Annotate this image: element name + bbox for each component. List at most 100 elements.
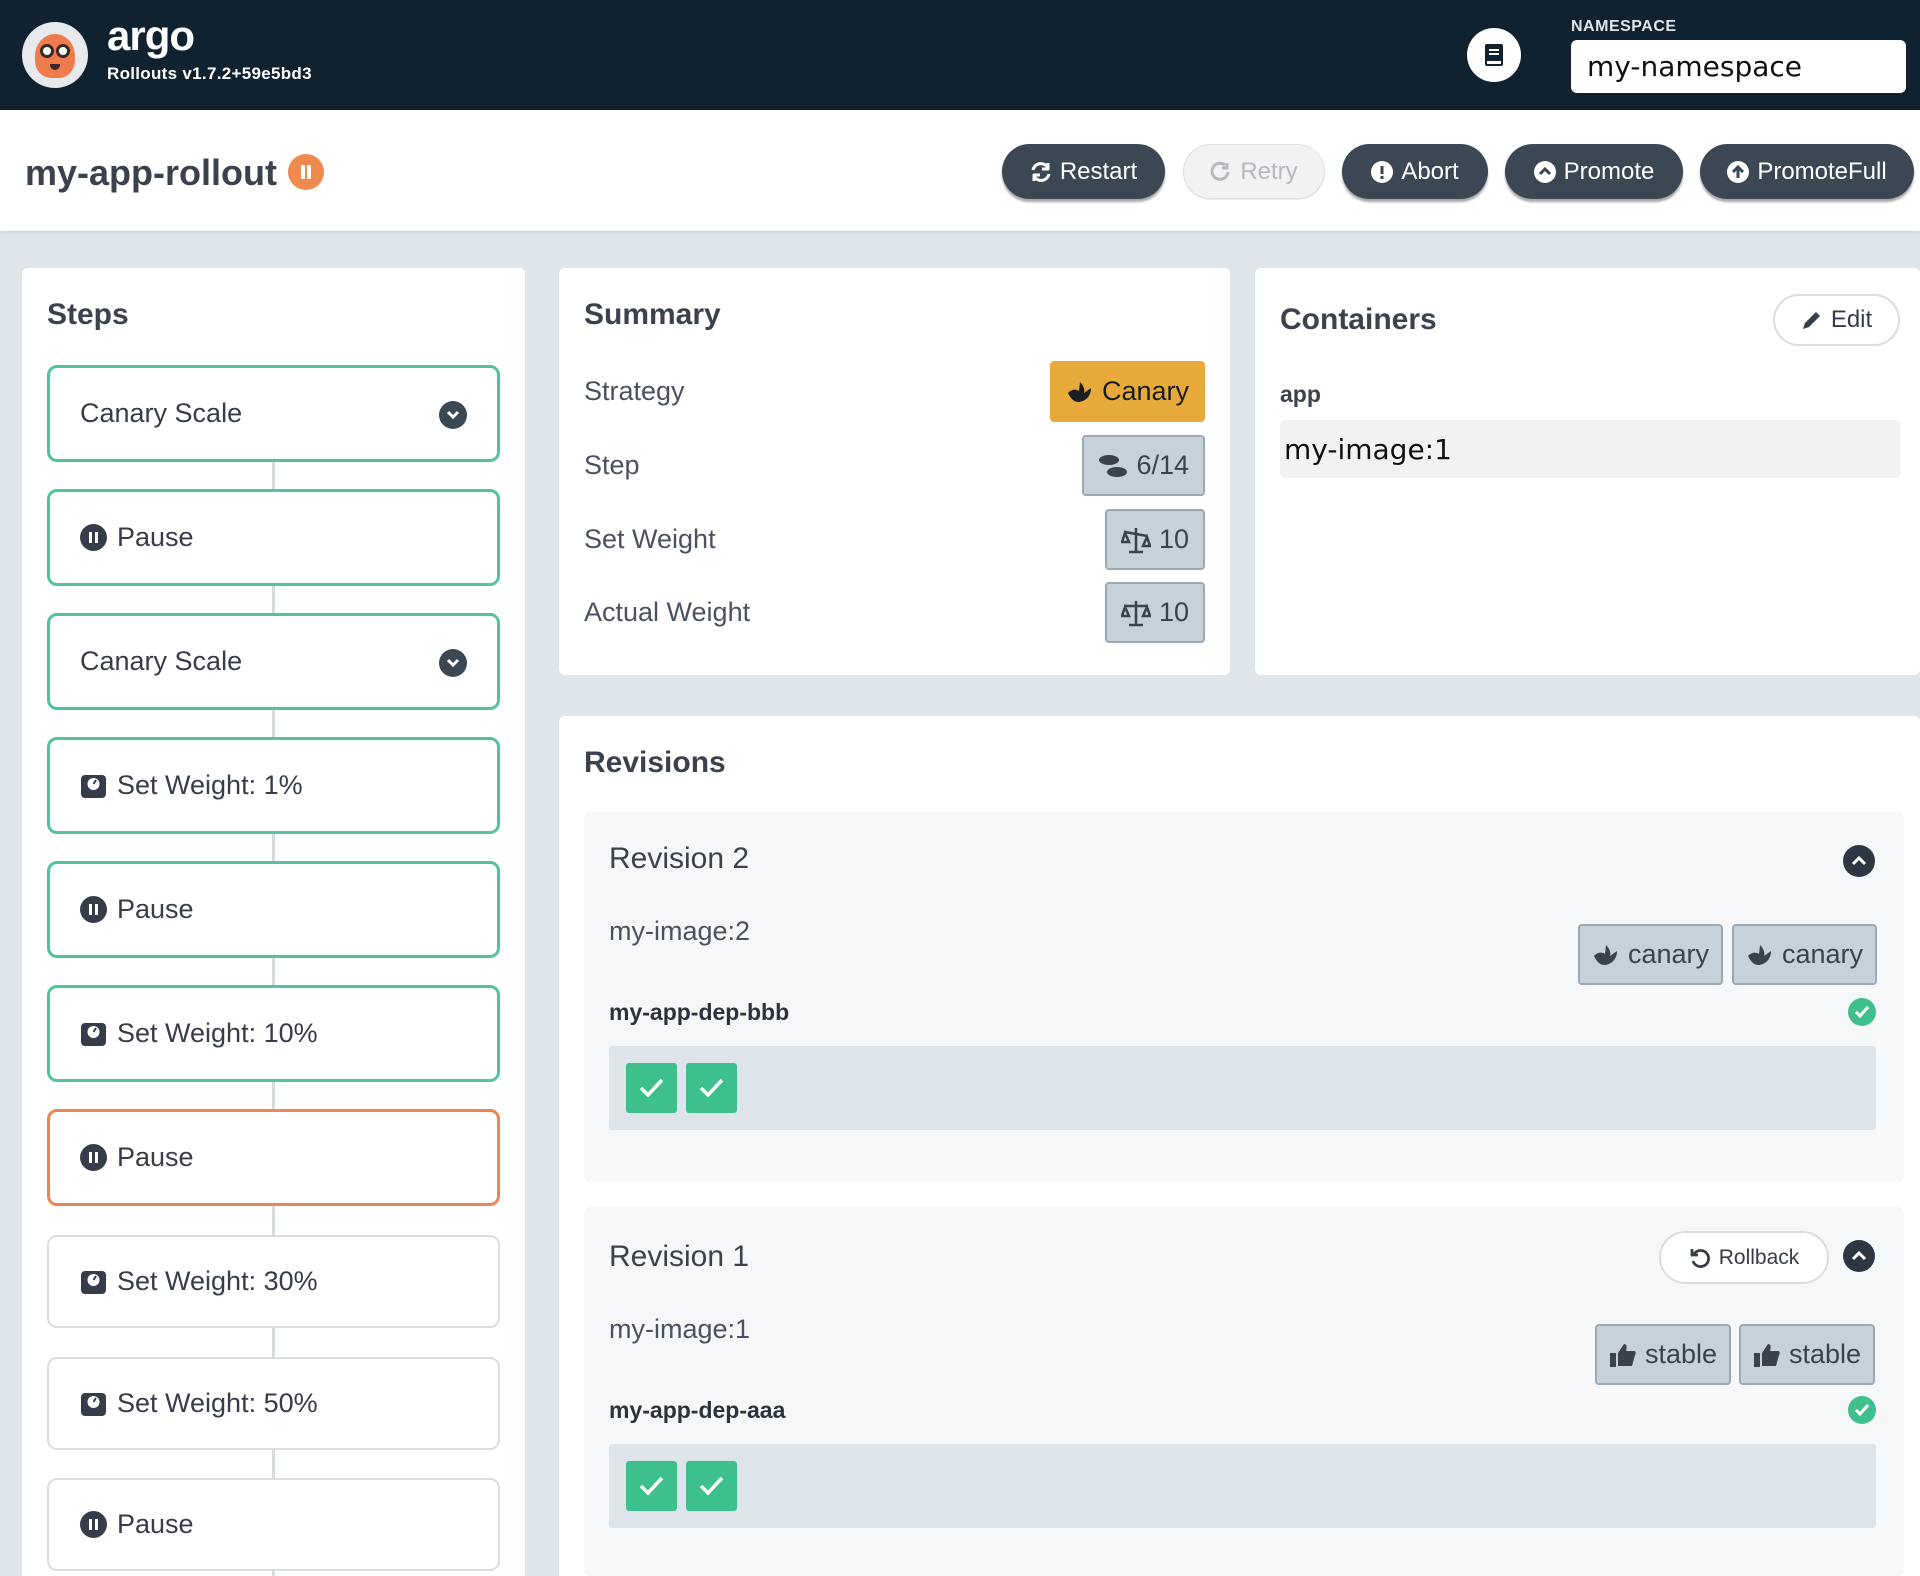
step-value: 6/14 — [1136, 450, 1189, 480]
brand-name: argo — [107, 12, 195, 59]
strategy-badge: Canary — [1049, 361, 1205, 422]
weight-icon — [81, 775, 106, 798]
pod-healthy[interactable] — [686, 1461, 737, 1511]
step-connector — [272, 1328, 275, 1358]
pencil-icon — [1802, 312, 1820, 329]
step-connector — [272, 834, 275, 864]
promote-button[interactable]: Promote — [1505, 144, 1683, 199]
namespace-label: NAMESPACE — [1571, 18, 1677, 35]
actual-weight-badge: 10 — [1104, 582, 1205, 643]
dove-icon — [1067, 381, 1091, 402]
step-connector — [272, 462, 275, 492]
chevron-up-icon[interactable] — [1843, 845, 1875, 877]
step-label: Set Weight: 10% — [117, 1018, 318, 1048]
step-set-weight[interactable]: Set Weight: 1% — [47, 737, 500, 834]
exclamation-circle-icon — [1371, 160, 1394, 183]
edit-button[interactable]: Edit — [1773, 294, 1900, 346]
step-connector — [272, 710, 275, 740]
redo-icon — [1210, 161, 1230, 181]
promote-full-label: PromoteFull — [1757, 157, 1887, 185]
step-label: Step — [584, 450, 640, 480]
container-image: my-image:1 — [1280, 420, 1901, 478]
rollback-button[interactable]: Rollback — [1659, 1231, 1829, 1284]
namespace-input[interactable] — [1571, 40, 1906, 93]
revisions-title: Revisions — [584, 746, 726, 779]
step-pause-current[interactable]: Pause — [47, 1109, 500, 1206]
tag-label: stable — [1645, 1339, 1718, 1369]
argo-logo — [22, 22, 88, 88]
step-label: Pause — [117, 894, 194, 924]
step-connector — [272, 958, 275, 988]
pod-healthy[interactable] — [626, 1461, 677, 1511]
balance-scale-left-icon — [1120, 527, 1151, 553]
abort-button[interactable]: Abort — [1342, 144, 1488, 199]
pods-row — [609, 1444, 1876, 1528]
chevron-up-circle-icon — [1533, 160, 1556, 183]
step-label: Set Weight: 50% — [117, 1388, 318, 1418]
step-pause[interactable]: Pause — [47, 861, 500, 958]
retry-button[interactable]: Retry — [1183, 144, 1325, 199]
weight-icon — [81, 1393, 106, 1416]
revision-title: Revision 2 — [609, 842, 750, 875]
chevron-down-icon[interactable] — [439, 401, 467, 429]
undo-icon — [1690, 1248, 1710, 1268]
step-set-weight[interactable]: Set Weight: 10% — [47, 985, 500, 1082]
tag-label: canary — [1628, 939, 1710, 969]
chevron-up-icon[interactable] — [1843, 1240, 1875, 1272]
retry-label: Retry — [1240, 157, 1298, 185]
docs-button[interactable] — [1467, 28, 1521, 82]
step-connector — [272, 586, 275, 616]
step-pause[interactable]: Pause — [47, 489, 500, 586]
set-weight-label: Set Weight — [584, 524, 716, 554]
pods-row — [609, 1046, 1876, 1130]
step-set-weight[interactable]: Set Weight: 30% — [47, 1235, 500, 1328]
step-connector — [272, 1450, 275, 1480]
canary-tag: canary — [1732, 924, 1878, 985]
replicaset-name: my-app-dep-aaa — [609, 1397, 786, 1423]
step-pause[interactable]: Pause — [47, 1478, 500, 1571]
step-canary-scale[interactable]: Canary Scale — [47, 365, 500, 462]
thumbs-up-icon — [1610, 1343, 1636, 1367]
revision-card: Revision 2 my-image:2 canary canary my-a… — [584, 812, 1904, 1182]
step-label: Set Weight: 1% — [117, 770, 303, 800]
pause-icon — [80, 1144, 107, 1171]
stable-tag: stable — [1739, 1324, 1876, 1385]
dove-icon — [1748, 944, 1771, 965]
arrow-up-circle-icon — [1727, 160, 1750, 183]
tag-label: stable — [1789, 1339, 1862, 1369]
step-set-weight[interactable]: Set Weight: 50% — [47, 1357, 500, 1450]
promote-full-button[interactable]: PromoteFull — [1700, 144, 1914, 199]
pause-icon — [80, 896, 107, 923]
pod-healthy[interactable] — [686, 1063, 737, 1113]
revision-image: my-image:1 — [609, 1314, 751, 1344]
pause-icon — [80, 1511, 107, 1538]
step-label: Pause — [117, 522, 194, 552]
weight-icon — [81, 1023, 106, 1046]
balance-scale-icon — [1120, 600, 1151, 626]
promote-label: Promote — [1563, 157, 1655, 185]
set-weight-badge: 10 — [1104, 509, 1205, 570]
strategy-label: Strategy — [584, 376, 685, 406]
restart-button[interactable]: Restart — [1002, 144, 1165, 199]
book-icon — [1485, 44, 1503, 66]
chevron-down-icon[interactable] — [439, 649, 467, 677]
stable-tag: stable — [1595, 1324, 1732, 1385]
summary-title: Summary — [584, 298, 721, 331]
step-label: Canary Scale — [80, 398, 243, 428]
pause-icon — [80, 524, 107, 551]
weight-icon — [81, 1271, 106, 1294]
step-canary-scale[interactable]: Canary Scale — [47, 613, 500, 710]
edit-label: Edit — [1830, 306, 1873, 333]
revision-card: Revision 1 Rollback my-image:1 stable st… — [584, 1207, 1904, 1576]
actual-weight-label: Actual Weight — [584, 597, 751, 627]
set-weight-value: 10 — [1158, 524, 1189, 554]
tag-label: canary — [1782, 939, 1864, 969]
step-connector — [272, 1206, 275, 1236]
check-icon — [699, 1476, 724, 1496]
pod-healthy[interactable] — [626, 1063, 677, 1113]
containers-title: Containers — [1280, 303, 1437, 336]
brand-version: Rollouts v1.7.2+59e5bd3 — [107, 64, 312, 83]
abort-label: Abort — [1401, 157, 1459, 185]
step-label: Set Weight: 30% — [117, 1266, 318, 1296]
shoe-prints-icon — [1099, 454, 1128, 477]
